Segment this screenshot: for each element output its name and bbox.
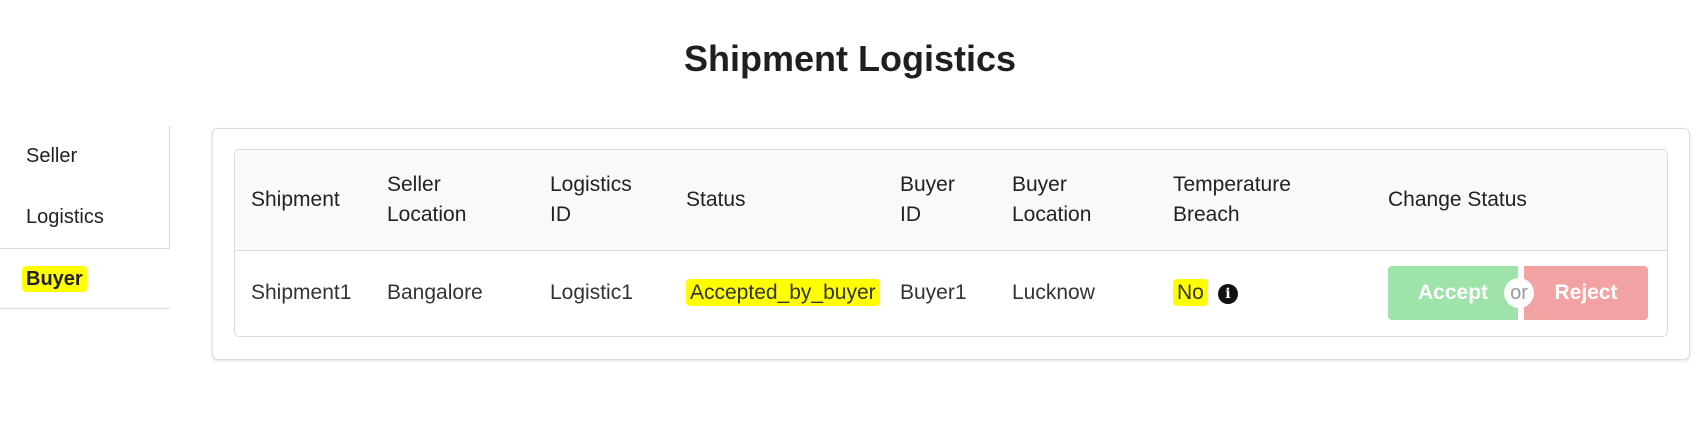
info-circle-icon[interactable]: i	[1217, 283, 1238, 304]
sidebar-item-seller[interactable]: Seller	[0, 126, 170, 187]
cell-shipment: Shipment1	[251, 281, 352, 305]
temperature-breach-value: No	[1173, 279, 1208, 307]
cell-logistics-id: Logistic1	[550, 281, 633, 305]
header-logistics-id: Logistics ID	[534, 150, 670, 250]
header-label: Temperature	[1173, 172, 1291, 196]
sidebar-item-label: Buyer	[22, 266, 87, 292]
header-status: Status	[670, 150, 884, 250]
shipment-card: Shipment Seller Location Logistics ID St…	[212, 128, 1690, 360]
header-label: Shipment	[251, 187, 340, 211]
header-label: Change Status	[1388, 187, 1527, 211]
header-change-status: Change Status	[1372, 150, 1667, 250]
shipment-table: Shipment Seller Location Logistics ID St…	[235, 150, 1667, 336]
header-label: Breach	[1173, 202, 1240, 226]
sidebar-item-logistics[interactable]: Logistics	[0, 187, 170, 248]
status-value: Accepted_by_buyer	[686, 279, 880, 307]
header-label: Location	[387, 202, 467, 226]
cell-temperature-breach: No i	[1157, 250, 1372, 336]
cell-status: Accepted_by_buyer	[670, 250, 884, 336]
change-status-button-group: Accept Reject or	[1388, 266, 1648, 321]
header-label: ID	[550, 202, 571, 226]
header-label: Logistics	[550, 172, 632, 196]
sidebar-item-label: Seller	[26, 145, 78, 167]
header-label: Status	[686, 187, 746, 211]
sidebar: Seller Logistics Buyer	[0, 126, 170, 309]
table-header-row: Shipment Seller Location Logistics ID St…	[235, 150, 1667, 250]
page-title: Shipment Logistics	[683, 38, 1017, 79]
table-row: Shipment1 Bangalore Logistic1 Accepted_b…	[235, 250, 1667, 336]
header-label: ID	[900, 202, 921, 226]
shipment-table-wrapper: Shipment Seller Location Logistics ID St…	[234, 149, 1668, 337]
header-buyer-location: Buyer Location	[996, 150, 1157, 250]
accept-button[interactable]: Accept	[1388, 266, 1518, 321]
header-label: Buyer	[1012, 172, 1067, 196]
cell-change-status: Accept Reject or	[1372, 250, 1667, 336]
header-shipment: Shipment	[235, 150, 371, 250]
cell-seller-location: Bangalore	[387, 281, 483, 305]
header-temperature-breach: Temperature Breach	[1157, 150, 1372, 250]
cell-buyer-location: Lucknow	[1012, 281, 1095, 305]
sidebar-item-label: Logistics	[26, 206, 104, 228]
cell-buyer-id: Buyer1	[900, 281, 967, 305]
reject-button[interactable]: Reject	[1524, 266, 1648, 321]
header-seller-location: Seller Location	[371, 150, 534, 250]
header-label: Buyer	[900, 172, 955, 196]
header-label: Location	[1012, 202, 1092, 226]
header-label: Seller	[387, 172, 441, 196]
header-buyer-id: Buyer ID	[884, 150, 996, 250]
sidebar-item-buyer[interactable]: Buyer	[0, 248, 170, 309]
